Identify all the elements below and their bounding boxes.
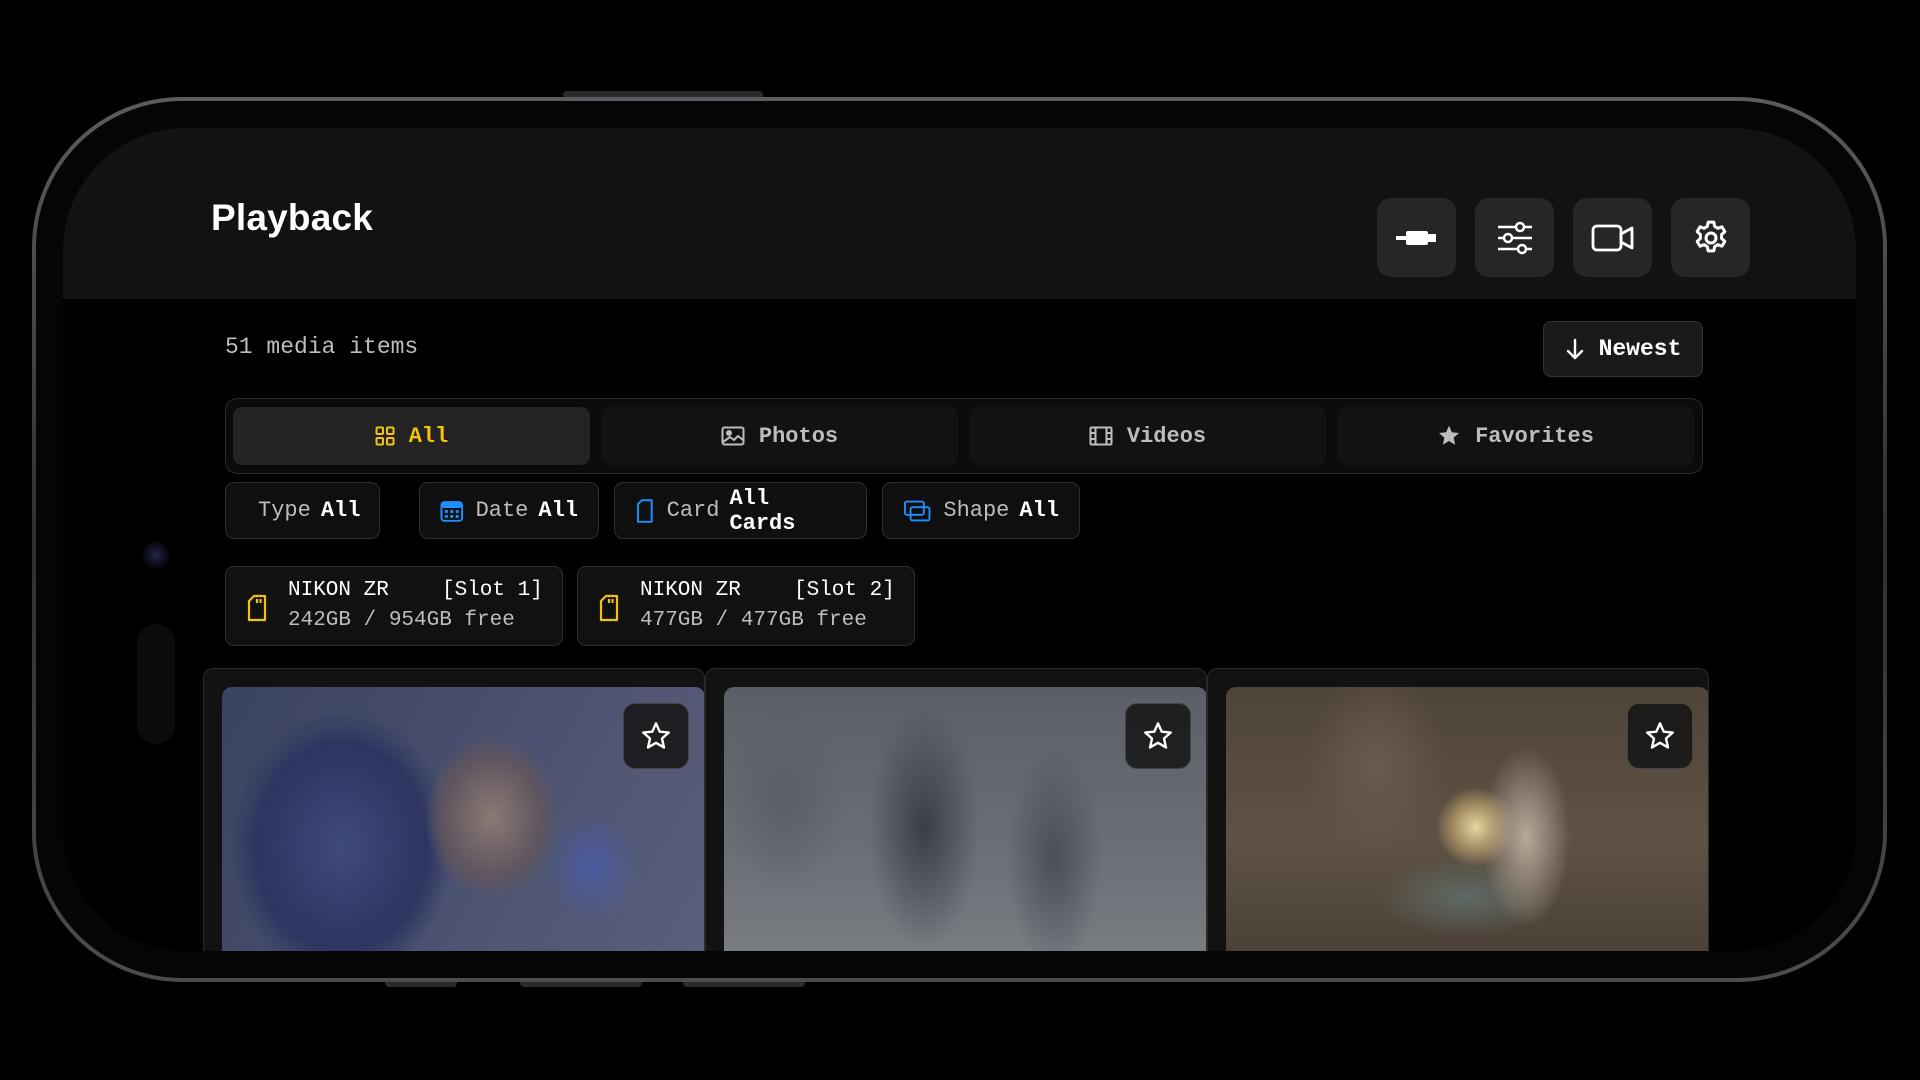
tab-label: Videos bbox=[1126, 423, 1207, 449]
filter-value: All Cards bbox=[729, 485, 796, 536]
star-outline-icon bbox=[1144, 722, 1172, 749]
tab-favorites[interactable]: Favorites bbox=[1337, 407, 1694, 465]
storage-card-slot-1[interactable]: NIKON ZR [Slot 1] 242GB / 954GB free bbox=[225, 566, 563, 646]
favorite-button[interactable] bbox=[623, 703, 689, 769]
card-slot-label: [Slot 1] bbox=[442, 579, 543, 602]
card-filter-chip[interactable]: Card All Cards bbox=[614, 482, 867, 539]
sliders-icon bbox=[1497, 221, 1532, 254]
tab-label: Favorites bbox=[1475, 423, 1594, 449]
filter-key: Date bbox=[475, 498, 529, 523]
video-camera-icon bbox=[1591, 224, 1633, 251]
camera-button[interactable] bbox=[1573, 198, 1652, 277]
card-storage-text: 477GB / 477GB free bbox=[640, 609, 867, 632]
card-camera-name: NIKON ZR bbox=[288, 579, 389, 602]
sd-card-icon bbox=[636, 498, 653, 523]
favorite-button[interactable] bbox=[1627, 703, 1693, 769]
image-icon bbox=[721, 426, 745, 446]
phone-frame: Playback 51 media items Newest All Photo… bbox=[32, 97, 1887, 982]
media-tile[interactable] bbox=[705, 668, 1207, 951]
app-header: Playback bbox=[63, 128, 1856, 299]
filter-value: All bbox=[320, 498, 361, 523]
film-icon bbox=[1089, 426, 1113, 446]
gear-icon bbox=[1695, 220, 1726, 252]
filter-value: All bbox=[1019, 498, 1059, 523]
sensor-housing bbox=[137, 624, 175, 744]
star-outline-icon bbox=[642, 722, 670, 749]
shape-filter-chip[interactable]: Shape All bbox=[882, 482, 1080, 539]
phone-bezel: Playback 51 media items Newest All Photo… bbox=[36, 101, 1883, 978]
storage-card-slot-2[interactable]: NIKON ZR [Slot 2] 477GB / 477GB free bbox=[577, 566, 915, 646]
grid-icon bbox=[375, 426, 395, 446]
sd-card-icon bbox=[599, 594, 619, 622]
page-title: Playback bbox=[211, 197, 374, 238]
star-icon bbox=[1439, 425, 1460, 445]
usb-connection-button[interactable] bbox=[1377, 198, 1456, 277]
media-thumbnail[interactable] bbox=[1226, 687, 1708, 951]
tab-photos[interactable]: Photos bbox=[601, 407, 958, 465]
media-thumbnail[interactable] bbox=[724, 687, 1206, 951]
filter-key: Type bbox=[258, 498, 311, 523]
media-thumbnail[interactable] bbox=[222, 687, 704, 951]
sd-card-icon bbox=[247, 594, 267, 622]
card-storage-text: 242GB / 954GB free bbox=[288, 609, 515, 632]
date-filter-chip[interactable]: Date All bbox=[419, 482, 599, 539]
media-tile[interactable] bbox=[1207, 668, 1709, 951]
front-camera bbox=[142, 541, 170, 569]
favorite-button[interactable] bbox=[1125, 703, 1191, 769]
card-camera-name: NIKON ZR bbox=[640, 579, 741, 602]
star-outline-icon bbox=[1646, 722, 1674, 749]
card-slot-label: [Slot 2] bbox=[794, 579, 895, 602]
media-tile[interactable] bbox=[203, 668, 705, 951]
sort-button[interactable]: Newest bbox=[1543, 321, 1703, 377]
filter-value: All bbox=[538, 498, 578, 523]
overlap-squares-icon bbox=[903, 500, 931, 521]
media-count: 51 media items bbox=[225, 334, 419, 360]
tab-videos[interactable]: Videos bbox=[969, 407, 1326, 465]
filter-key: Card bbox=[666, 498, 720, 523]
sort-label: Newest bbox=[1598, 336, 1682, 362]
tab-label: All bbox=[408, 423, 449, 449]
settings-button[interactable] bbox=[1671, 198, 1750, 277]
media-grid bbox=[203, 668, 1729, 951]
usb-cable-icon bbox=[1395, 230, 1436, 245]
tab-all[interactable]: All bbox=[233, 407, 590, 465]
calendar-icon bbox=[440, 500, 464, 522]
filter-settings-button[interactable] bbox=[1475, 198, 1554, 277]
app-screen: Playback 51 media items Newest All Photo… bbox=[63, 128, 1856, 951]
arrow-down-icon bbox=[1566, 338, 1583, 360]
type-filter-chip[interactable]: Type All bbox=[225, 482, 380, 539]
media-type-tabs: All Photos Videos Favorites bbox=[225, 398, 1703, 474]
filter-key: Shape bbox=[943, 498, 1010, 523]
tab-label: Photos bbox=[758, 423, 839, 449]
